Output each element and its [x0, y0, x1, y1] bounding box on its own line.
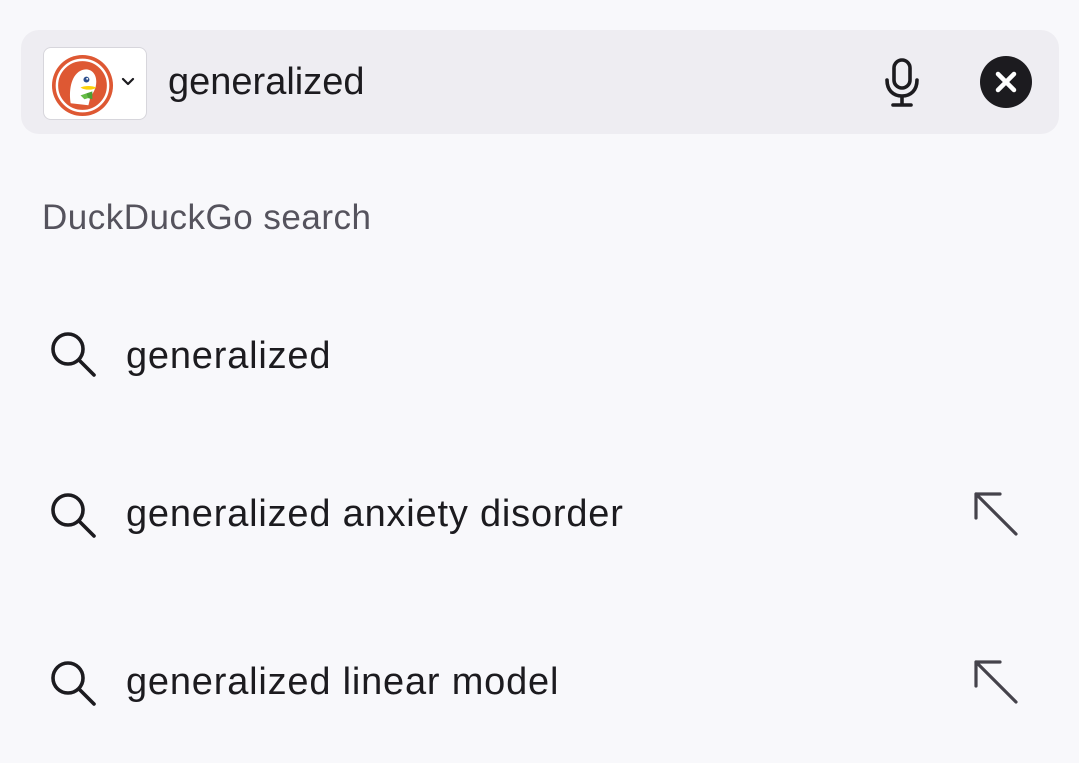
- clear-icon[interactable]: [979, 55, 1033, 109]
- suggestion-row[interactable]: generalized anxiety disorder: [0, 456, 1079, 576]
- search-icon: [51, 332, 96, 377]
- suggestion-text: generalized linear model: [126, 661, 560, 703]
- suggestion-text: generalized: [126, 335, 332, 377]
- duckduckgo-logo-icon: [51, 54, 114, 117]
- arrow-up-left-icon[interactable]: [968, 654, 1022, 708]
- microphone-icon[interactable]: [879, 56, 925, 108]
- arrow-up-left-icon[interactable]: [968, 486, 1022, 540]
- search-bar[interactable]: generalized: [21, 30, 1059, 134]
- chevron-down-icon: [121, 77, 135, 86]
- search-icon: [51, 661, 96, 706]
- search-icon: [51, 493, 96, 538]
- suggestion-text: generalized anxiety disorder: [126, 493, 624, 535]
- search-engine-selector[interactable]: [43, 47, 147, 120]
- section-label: DuckDuckGo search: [42, 198, 372, 237]
- suggestion-row[interactable]: generalized: [0, 296, 1079, 416]
- suggestion-row[interactable]: generalized linear model: [0, 624, 1079, 744]
- search-input[interactable]: generalized: [168, 59, 364, 105]
